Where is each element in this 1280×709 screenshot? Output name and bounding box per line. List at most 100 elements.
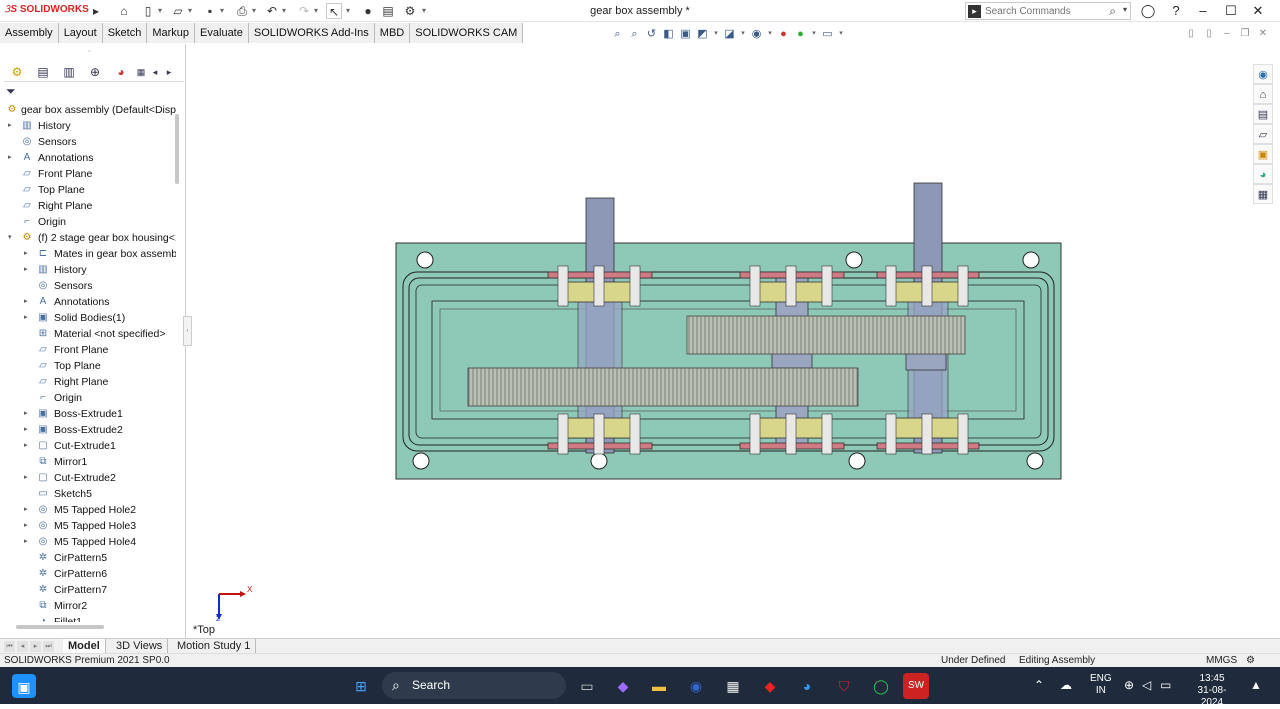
doc-close-icon[interactable]: ✕: [1256, 27, 1270, 41]
solidworks-taskbar-icon[interactable]: SW: [903, 673, 929, 699]
new-document-icon[interactable]: ▯: [140, 3, 156, 19]
doc-restore-icon[interactable]: ❐: [1238, 27, 1252, 41]
edit-appearance-icon[interactable]: ●: [776, 26, 791, 42]
zoom-to-fit-icon[interactable]: ⌕: [610, 26, 625, 42]
file-properties-icon[interactable]: ▤: [380, 3, 396, 19]
new-dropdown-icon[interactable]: ▾: [156, 3, 164, 19]
search-icon[interactable]: ⌕: [1109, 4, 1116, 19]
help-icon[interactable]: ?: [1165, 2, 1187, 20]
tab-model[interactable]: Model: [63, 639, 106, 654]
file-explorer-icon[interactable]: ▤: [1253, 104, 1273, 124]
configuration-manager-tab-icon[interactable]: ▥: [56, 64, 82, 81]
tabs-left-arrow-icon[interactable]: ◂: [148, 64, 162, 81]
save-icon[interactable]: ▪: [202, 3, 218, 19]
volume-icon[interactable]: ◁: [1142, 679, 1151, 691]
redo-icon[interactable]: ↷: [296, 3, 312, 19]
select-dropdown-icon[interactable]: ▾: [344, 3, 352, 19]
tree-vertical-scrollbar[interactable]: [175, 114, 179, 184]
undo-icon[interactable]: ↶: [264, 3, 280, 19]
panel-grip-icon[interactable]: ◦: [88, 48, 90, 55]
apply-scene-icon[interactable]: ●: [793, 26, 808, 42]
design-library-icon[interactable]: ⌂: [1253, 84, 1273, 104]
tree-expander-icon[interactable]: ▸: [8, 118, 16, 134]
tree-expander-icon[interactable]: ▸: [24, 470, 32, 486]
display-style-dropdown-icon[interactable]: ▾: [739, 26, 747, 42]
minimize-button[interactable]: –: [1192, 2, 1214, 20]
anydesk-icon[interactable]: ◆: [757, 673, 783, 699]
store-icon[interactable]: ▦: [720, 673, 746, 699]
tab-3d-views[interactable]: 3D Views: [111, 639, 169, 654]
tile-icon[interactable]: ▯: [1184, 27, 1198, 41]
search-scope-icon[interactable]: ▸: [968, 5, 981, 18]
widgets-icon[interactable]: ▣: [12, 674, 36, 698]
graphics-viewport[interactable]: [0, 0, 1280, 704]
tree-expander-icon[interactable]: ▸: [24, 502, 32, 518]
language-indicator[interactable]: ENG IN: [1090, 673, 1112, 697]
maximize-button[interactable]: ☐: [1220, 2, 1242, 20]
save-dropdown-icon[interactable]: ▾: [218, 3, 226, 19]
file-explorer-taskbar-icon[interactable]: ▬: [646, 673, 672, 699]
scene-dropdown-icon[interactable]: ▾: [810, 26, 818, 42]
search-dropdown-icon[interactable]: ▾: [1123, 5, 1127, 14]
tree-expander-icon[interactable]: ▸: [24, 534, 32, 550]
options-icon[interactable]: ⚙: [402, 3, 418, 19]
tab-markup[interactable]: Markup: [147, 23, 196, 43]
select-icon[interactable]: ↖: [326, 3, 342, 19]
close-button[interactable]: ✕: [1247, 2, 1269, 20]
tab-evaluate[interactable]: Evaluate: [195, 23, 249, 43]
view-palette-icon[interactable]: ▱: [1253, 124, 1273, 144]
tree-expander-icon[interactable]: ▸: [8, 150, 16, 166]
feature-manager-tab-icon[interactable]: ⚙: [4, 64, 30, 81]
network-icon[interactable]: ⊕: [1124, 679, 1134, 691]
solidworks-resources-icon[interactable]: ◉: [1253, 64, 1273, 84]
weather-icon[interactable]: ☁: [1060, 679, 1072, 691]
next-tab-icon[interactable]: ▸: [30, 641, 41, 652]
tree-expander-icon[interactable]: ▸: [24, 262, 32, 278]
task-view-icon[interactable]: ▭: [574, 673, 600, 699]
panel-collapse-handle[interactable]: ‹: [183, 316, 192, 346]
windows-start-icon[interactable]: ⊞: [348, 673, 374, 699]
display-style-icon[interactable]: ◪: [722, 26, 737, 42]
copilot-icon[interactable]: ◆: [610, 673, 636, 699]
options-dropdown-icon[interactable]: ▾: [420, 3, 428, 19]
rebuild-status-icon[interactable]: ⚙: [1246, 654, 1255, 668]
custom-properties-icon[interactable]: ▦: [1253, 184, 1273, 204]
previous-view-icon[interactable]: ↺: [644, 26, 659, 42]
dynamic-annotation-icon[interactable]: ▣: [678, 26, 693, 42]
tree-expander-icon[interactable]: ▸: [24, 422, 32, 438]
print-dropdown-icon[interactable]: ▾: [250, 3, 258, 19]
tree-expander-icon[interactable]: ▸: [24, 310, 32, 326]
hide-show-items-icon[interactable]: ◉: [749, 26, 764, 42]
menu-expand-icon[interactable]: ▸: [88, 3, 104, 19]
prev-tab-icon[interactable]: ◂: [17, 641, 28, 652]
taskbar-search[interactable]: ⌕ Search: [382, 672, 566, 699]
show-hidden-icons-icon[interactable]: ⌃: [1034, 679, 1044, 691]
chrome-icon[interactable]: ◕: [794, 673, 820, 699]
search-input[interactable]: [985, 4, 1103, 18]
user-account-icon[interactable]: ◯: [1137, 2, 1159, 20]
tab-motion-study[interactable]: Motion Study 1: [172, 639, 257, 654]
battery-icon[interactable]: ▭: [1160, 679, 1171, 691]
redo-dropdown-icon[interactable]: ▾: [312, 3, 320, 19]
display-manager-tab-icon[interactable]: ◕: [108, 64, 134, 81]
tab-mbd[interactable]: MBD: [374, 23, 411, 43]
filter-icon[interactable]: ⏷: [6, 84, 16, 99]
tree-expander-icon[interactable]: ▸: [24, 438, 32, 454]
property-manager-tab-icon[interactable]: ▤: [30, 64, 56, 81]
home-icon[interactable]: ⌂: [116, 3, 132, 19]
solidworks-logo[interactable]: 𝟹S SOLIDWORKS: [4, 4, 89, 15]
tree-expander-icon[interactable]: ▸: [24, 246, 32, 262]
open-dropdown-icon[interactable]: ▾: [186, 3, 194, 19]
tree-expander-icon[interactable]: ▾: [8, 230, 16, 246]
last-tab-icon[interactable]: ⏭: [43, 641, 54, 652]
print-icon[interactable]: ⎙: [234, 3, 250, 19]
tree-expander-icon[interactable]: ▸: [24, 518, 32, 534]
whatsapp-icon[interactable]: ◯: [868, 673, 894, 699]
tab-cam[interactable]: SOLIDWORKS CAM: [410, 23, 524, 43]
edge-icon[interactable]: ◉: [683, 673, 709, 699]
mcafee-icon[interactable]: ⛉: [831, 673, 857, 699]
view-orientation-icon[interactable]: ◩: [695, 26, 710, 42]
tree-expander-icon[interactable]: ▸: [24, 294, 32, 310]
undo-dropdown-icon[interactable]: ▾: [280, 3, 288, 19]
doc-minimize-icon[interactable]: –: [1220, 27, 1234, 41]
